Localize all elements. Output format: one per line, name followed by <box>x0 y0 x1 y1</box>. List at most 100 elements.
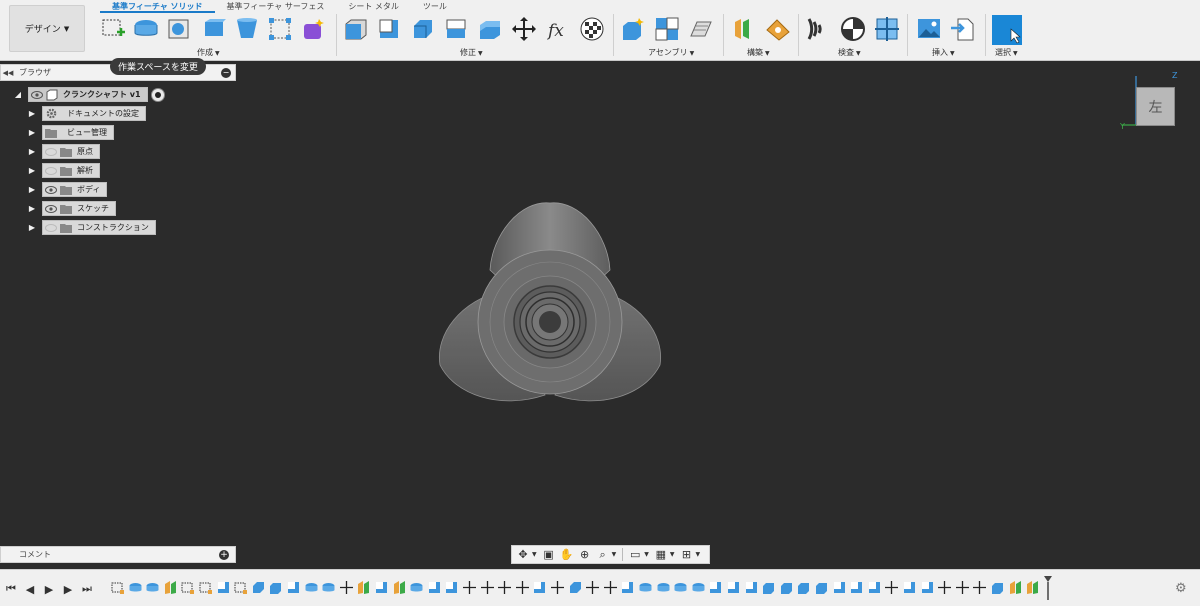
group-construct-label[interactable]: 構築 ▼ <box>747 47 770 58</box>
grid-settings-icon[interactable]: ▦ <box>652 546 670 563</box>
timeline-move-icon[interactable] <box>497 580 512 595</box>
section-analysis-icon[interactable] <box>874 16 900 42</box>
timeline-chamfer-icon[interactable] <box>568 580 583 595</box>
play-icon[interactable]: ▶︎ <box>42 582 56 596</box>
group-inspect-label[interactable]: 検査 ▼ <box>838 47 861 58</box>
timeline-plane-icon[interactable] <box>163 580 178 595</box>
group-insert-label[interactable]: 挿入 ▼ <box>932 47 955 58</box>
expand-arrow-icon[interactable]: ▶ <box>28 182 36 197</box>
timeline-extrude-icon[interactable] <box>638 580 653 595</box>
timeline-component-icon[interactable] <box>268 580 283 595</box>
browser-item-construction[interactable]: コンストラクション <box>42 220 156 235</box>
view-cube[interactable]: Z Y 左 <box>1120 72 1180 132</box>
shell-icon[interactable] <box>443 16 469 42</box>
pan-hand-icon[interactable]: ✋ <box>558 546 576 563</box>
timeline-component-icon[interactable] <box>761 580 776 595</box>
press-pull-icon[interactable] <box>343 16 369 42</box>
orbit-icon[interactable]: ✥ <box>514 546 532 563</box>
box-icon[interactable] <box>166 16 192 42</box>
viewports-icon[interactable]: ⊞ <box>678 546 696 563</box>
workspace-switcher-button[interactable]: デザイン ▼ <box>9 5 85 52</box>
browser-item-document-settings[interactable]: ドキュメントの設定 <box>42 106 146 121</box>
create-sketch-icon[interactable] <box>100 16 126 42</box>
timeline-plane-icon[interactable] <box>356 580 371 595</box>
timeline-move-icon[interactable] <box>515 580 530 595</box>
hidden-eye-icon[interactable] <box>43 221 59 234</box>
chevron-down-icon[interactable]: ▼ <box>532 551 537 558</box>
expand-arrow-icon[interactable]: ▶ <box>28 163 36 178</box>
plane-at-angle-icon[interactable] <box>765 16 791 42</box>
pattern-icon[interactable] <box>267 16 293 42</box>
joint-icon[interactable] <box>654 16 680 42</box>
timeline-move-icon[interactable] <box>937 580 952 595</box>
timeline-fillet-icon[interactable] <box>920 580 935 595</box>
crankshaft-model[interactable] <box>430 195 670 415</box>
timeline-fillet-icon[interactable] <box>427 580 442 595</box>
timeline-component-icon[interactable] <box>814 580 829 595</box>
timeline-extrude-icon[interactable] <box>304 580 319 595</box>
timeline-fillet-icon[interactable] <box>726 580 741 595</box>
timeline-extrude-icon[interactable] <box>145 580 160 595</box>
expand-arrow-icon[interactable]: ▶ <box>28 106 36 121</box>
select-icon[interactable] <box>992 15 1022 45</box>
offset-plane-icon[interactable] <box>731 16 757 42</box>
step-back-icon[interactable]: ◀︎ <box>23 582 37 596</box>
revolve-icon[interactable] <box>201 16 227 42</box>
timeline-move-icon[interactable] <box>462 580 477 595</box>
timeline-marker-icon[interactable] <box>1044 576 1052 600</box>
add-comment-icon[interactable]: + <box>219 550 229 560</box>
expand-arrow-icon[interactable]: ▶ <box>28 201 36 216</box>
timeline-plane-icon[interactable] <box>1025 580 1040 595</box>
expand-arrow-icon[interactable]: ▶ <box>28 125 36 140</box>
extrude-icon[interactable] <box>133 16 159 42</box>
tab-surface[interactable]: 基準フィーチャ サーフェス <box>215 0 337 13</box>
timeline-plane-icon[interactable] <box>392 580 407 595</box>
browser-item-bodies[interactable]: ボディ <box>42 182 108 197</box>
timeline-move-icon[interactable] <box>955 580 970 595</box>
browser-item-named-views[interactable]: ビュー管理 <box>42 125 114 140</box>
timeline-fillet-icon[interactable] <box>532 580 547 595</box>
chamfer-icon[interactable] <box>410 16 436 42</box>
visibility-eye-icon[interactable] <box>43 202 59 215</box>
insert-mesh-icon[interactable] <box>950 16 976 42</box>
timeline-fillet-icon[interactable] <box>832 580 847 595</box>
step-forward-icon[interactable]: ▶︎ <box>61 582 75 596</box>
timeline-component-icon[interactable] <box>779 580 794 595</box>
chevron-down-icon[interactable]: ▼ <box>612 551 617 558</box>
timeline-component-icon[interactable] <box>990 580 1005 595</box>
tab-tools[interactable]: ツール <box>411 0 459 13</box>
hidden-eye-icon[interactable] <box>43 145 59 158</box>
group-create-label[interactable]: 作成 ▼ <box>197 47 220 58</box>
timeline-sketch-icon[interactable] <box>110 580 125 595</box>
collapse-panel-icon[interactable]: ◀◀ <box>1 69 15 77</box>
visibility-eye-icon[interactable] <box>29 88 45 101</box>
chevron-down-icon[interactable]: ▼ <box>644 551 649 558</box>
browser-item-origin[interactable]: 原点 <box>42 144 100 159</box>
go-to-start-icon[interactable]: ⏮ <box>4 582 18 596</box>
hidden-eye-icon[interactable] <box>43 164 59 177</box>
split-body-icon[interactable] <box>477 16 503 42</box>
parameters-icon[interactable]: fx <box>546 16 572 42</box>
fillet-icon[interactable] <box>376 16 402 42</box>
interference-icon[interactable] <box>840 16 866 42</box>
expand-arrow-icon[interactable]: ▶ <box>28 220 36 235</box>
timeline-fillet-icon[interactable] <box>902 580 917 595</box>
timeline-sketch-icon[interactable] <box>198 580 213 595</box>
timeline-fillet-icon[interactable] <box>849 580 864 595</box>
expand-arrow-icon[interactable]: ▶ <box>28 144 36 159</box>
timeline-plane-icon[interactable] <box>1008 580 1023 595</box>
chevron-down-icon[interactable]: ▼ <box>670 551 675 558</box>
timeline-extrude-icon[interactable] <box>673 580 688 595</box>
timeline-chamfer-icon[interactable] <box>251 580 266 595</box>
timeline-move-icon[interactable] <box>585 580 600 595</box>
timeline-fillet-icon[interactable] <box>620 580 635 595</box>
view-cube-face-left[interactable]: 左 <box>1136 87 1175 126</box>
zoom-icon[interactable]: ⊕ <box>576 546 594 563</box>
visibility-eye-icon[interactable] <box>43 183 59 196</box>
timeline-fillet-icon[interactable] <box>216 580 231 595</box>
new-component-icon[interactable] <box>620 16 646 42</box>
tab-solid[interactable]: 基準フィーチャ ソリッド <box>100 0 215 13</box>
motion-study-icon[interactable] <box>688 16 714 42</box>
timeline-fillet-icon[interactable] <box>708 580 723 595</box>
group-select-label[interactable]: 選択 ▼ <box>995 47 1018 58</box>
